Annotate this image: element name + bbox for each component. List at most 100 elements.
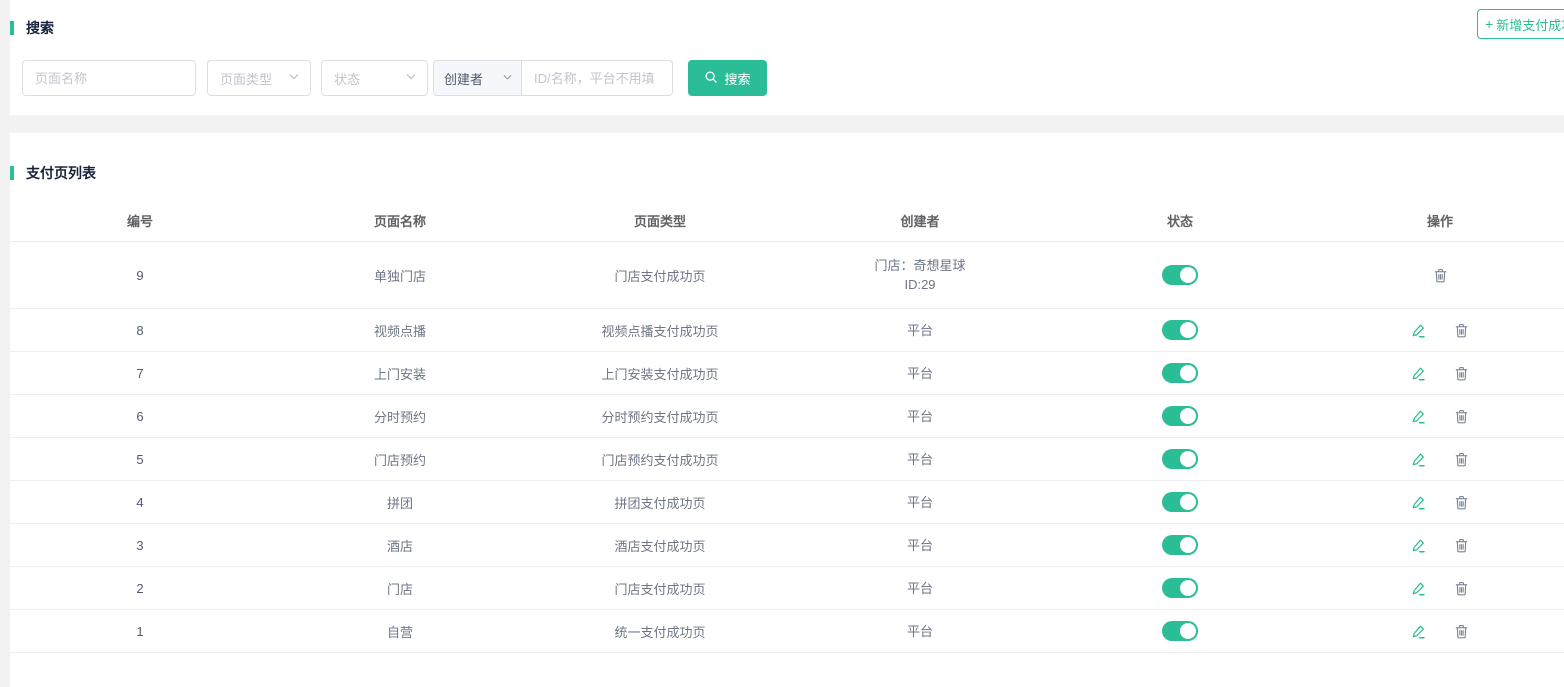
edit-icon[interactable] (1410, 365, 1427, 382)
row-page-type: 门店预约支付成功页 (530, 438, 790, 480)
status-toggle[interactable] (1162, 363, 1198, 383)
page-type-select[interactable]: 页面类型 (207, 60, 311, 96)
row-actions-cell (1310, 242, 1564, 308)
delete-icon[interactable] (1453, 494, 1470, 511)
column-header-actions: 操作 (1310, 200, 1564, 241)
delete-icon[interactable] (1453, 365, 1470, 382)
row-id: 8 (10, 309, 270, 351)
status-toggle[interactable] (1162, 621, 1198, 641)
status-toggle[interactable] (1162, 578, 1198, 598)
keyword-input[interactable] (522, 61, 672, 95)
search-panel: 搜索 页面类型 状态 创建者 (10, 0, 1564, 115)
column-header-creator: 创建者 (790, 200, 1050, 241)
chevron-down-icon (502, 71, 513, 86)
column-header-page-name: 页面名称 (270, 200, 530, 241)
row-page-type: 上门安装支付成功页 (530, 352, 790, 394)
row-status-cell (1050, 481, 1310, 523)
delete-icon[interactable] (1453, 537, 1470, 554)
row-id: 9 (10, 242, 270, 308)
edit-icon[interactable] (1410, 623, 1427, 640)
table-row: 9 单独门店 门店支付成功页 门店：奇想星球ID:29 (10, 242, 1564, 309)
plus-icon: + (1485, 16, 1493, 32)
row-id: 2 (10, 567, 270, 609)
creator-select[interactable]: 创建者 (434, 61, 522, 95)
list-section-title: 支付页列表 (10, 133, 1564, 183)
row-status-cell (1050, 395, 1310, 437)
status-toggle[interactable] (1162, 449, 1198, 469)
row-actions-cell (1310, 524, 1564, 566)
table-row: 5 门店预约 门店预约支付成功页 平台 (10, 438, 1564, 481)
edit-icon[interactable] (1410, 451, 1427, 468)
row-id: 3 (10, 524, 270, 566)
row-page-type: 统一支付成功页 (530, 610, 790, 652)
row-status-cell (1050, 352, 1310, 394)
row-creator: 平台 (790, 481, 1050, 523)
delete-icon[interactable] (1432, 267, 1449, 284)
status-toggle[interactable] (1162, 320, 1198, 340)
row-actions-cell (1310, 395, 1564, 437)
row-status-cell (1050, 567, 1310, 609)
row-page-type: 门店支付成功页 (530, 242, 790, 308)
search-button-label: 搜索 (724, 69, 750, 88)
row-status-cell (1050, 309, 1310, 351)
table-row: 4 拼团 拼团支付成功页 平台 (10, 481, 1564, 524)
delete-icon[interactable] (1453, 623, 1470, 640)
status-toggle[interactable] (1162, 406, 1198, 426)
edit-icon[interactable] (1410, 537, 1427, 554)
delete-icon[interactable] (1453, 322, 1470, 339)
pay-page-list-panel: 支付页列表 编号 页面名称 页面类型 创建者 状态 操作 9 单独门店 门店支付… (10, 133, 1564, 687)
row-page-type: 门店支付成功页 (530, 567, 790, 609)
row-page-name: 上门安装 (270, 352, 530, 394)
row-creator: 平台 (790, 524, 1050, 566)
edit-icon[interactable] (1410, 494, 1427, 511)
pay-page-table: 编号 页面名称 页面类型 创建者 状态 操作 9 单独门店 门店支付成功页 门店… (10, 200, 1564, 653)
row-page-type: 分时预约支付成功页 (530, 395, 790, 437)
edit-icon[interactable] (1410, 322, 1427, 339)
row-page-name: 视频点播 (270, 309, 530, 351)
search-title-label: 搜索 (26, 18, 54, 38)
row-status-cell (1050, 610, 1310, 652)
row-page-name: 分时预约 (270, 395, 530, 437)
status-toggle[interactable] (1162, 265, 1198, 285)
row-actions-cell (1310, 438, 1564, 480)
row-creator: 平台 (790, 610, 1050, 652)
search-button[interactable]: 搜索 (688, 60, 767, 96)
row-id: 1 (10, 610, 270, 652)
search-icon (704, 70, 718, 87)
page-name-input[interactable] (23, 61, 195, 95)
column-header-page-type: 页面类型 (530, 200, 790, 241)
column-header-status: 状态 (1050, 200, 1310, 241)
row-creator: 平台 (790, 352, 1050, 394)
row-creator: 平台 (790, 395, 1050, 437)
status-toggle[interactable] (1162, 535, 1198, 555)
status-select-label: 状态 (334, 69, 360, 88)
row-actions-cell (1310, 309, 1564, 351)
status-select[interactable]: 状态 (321, 60, 428, 96)
row-status-cell (1050, 524, 1310, 566)
row-page-name: 自营 (270, 610, 530, 652)
table-row: 8 视频点播 视频点播支付成功页 平台 (10, 309, 1564, 352)
row-page-name: 门店 (270, 567, 530, 609)
row-creator: 平台 (790, 567, 1050, 609)
search-controls: 页面类型 状态 创建者 (22, 60, 1564, 96)
delete-icon[interactable] (1453, 451, 1470, 468)
row-id: 4 (10, 481, 270, 523)
table-row: 6 分时预约 分时预约支付成功页 平台 (10, 395, 1564, 438)
row-id: 5 (10, 438, 270, 480)
edit-icon[interactable] (1410, 580, 1427, 597)
row-actions-cell (1310, 567, 1564, 609)
row-creator: 门店：奇想星球ID:29 (790, 242, 1050, 308)
row-page-name: 拼团 (270, 481, 530, 523)
table-row: 7 上门安装 上门安装支付成功页 平台 (10, 352, 1564, 395)
chevron-down-icon (288, 71, 300, 86)
page-type-select-label: 页面类型 (220, 69, 272, 88)
row-status-cell (1050, 438, 1310, 480)
status-toggle[interactable] (1162, 492, 1198, 512)
delete-icon[interactable] (1453, 408, 1470, 425)
delete-icon[interactable] (1453, 580, 1470, 597)
row-status-cell (1050, 242, 1310, 308)
title-accent-bar (10, 166, 14, 180)
edit-icon[interactable] (1410, 408, 1427, 425)
row-page-type: 酒店支付成功页 (530, 524, 790, 566)
add-pay-success-page-button[interactable]: + 新增支付成功 (1477, 9, 1564, 39)
